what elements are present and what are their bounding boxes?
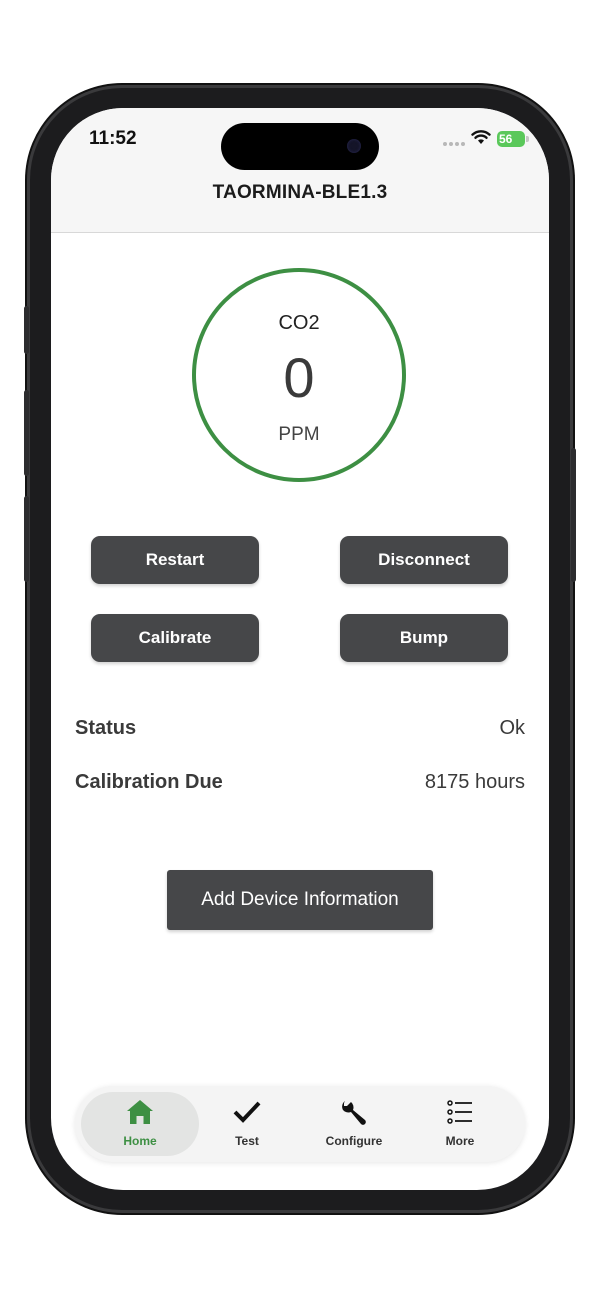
battery-icon: 56 — [497, 131, 525, 147]
bump-button[interactable]: Bump — [340, 614, 508, 662]
tab-test-label: Test — [235, 1134, 259, 1148]
wifi-icon — [471, 130, 491, 144]
gas-reading-value: 0 — [283, 346, 315, 409]
app-screen: 11:52 56 TAORMINA-BLE1.3 CO2 0 PPM Resta… — [51, 108, 549, 1190]
status-time: 11:52 — [89, 128, 137, 149]
add-device-information-button[interactable]: Add Device Information — [167, 870, 433, 930]
power-button — [571, 448, 576, 582]
gas-name: CO2 — [278, 312, 320, 334]
app-header: 11:52 56 TAORMINA-BLE1.3 — [51, 108, 549, 233]
gas-reading-gauge: CO2 0 PPM — [192, 268, 406, 482]
camera-icon — [347, 139, 361, 153]
battery-tip — [526, 136, 529, 142]
dynamic-island — [221, 123, 379, 170]
volume-down-button — [24, 496, 29, 582]
tab-more[interactable]: More — [401, 1092, 519, 1156]
tab-home[interactable]: Home — [81, 1092, 199, 1156]
bottom-tab-bar: Home Test Configure More — [75, 1086, 525, 1162]
volume-up-button — [24, 390, 29, 476]
page-title: TAORMINA-BLE1.3 — [212, 182, 388, 203]
cellular-signal-icon — [443, 142, 465, 146]
gas-unit: PPM — [278, 424, 320, 445]
check-icon — [233, 1101, 261, 1123]
tab-configure[interactable]: Configure — [295, 1092, 413, 1156]
status-label: Status — [75, 717, 137, 739]
home-icon — [127, 1100, 153, 1124]
tab-more-label: More — [445, 1134, 475, 1148]
tab-test[interactable]: Test — [188, 1092, 306, 1156]
tab-home-label: Home — [123, 1134, 157, 1148]
disconnect-button[interactable]: Disconnect — [340, 536, 508, 584]
calibration-due-label: Calibration Due — [75, 771, 223, 793]
calibrate-button[interactable]: Calibrate — [91, 614, 259, 662]
restart-button[interactable]: Restart — [91, 536, 259, 584]
list-icon — [447, 1100, 472, 1124]
action-button — [24, 306, 29, 354]
status-value: Ok — [499, 717, 525, 739]
wrench-icon — [342, 1101, 366, 1125]
calibration-due-value: 8175 hours — [424, 771, 525, 793]
tab-configure-label: Configure — [325, 1134, 383, 1148]
